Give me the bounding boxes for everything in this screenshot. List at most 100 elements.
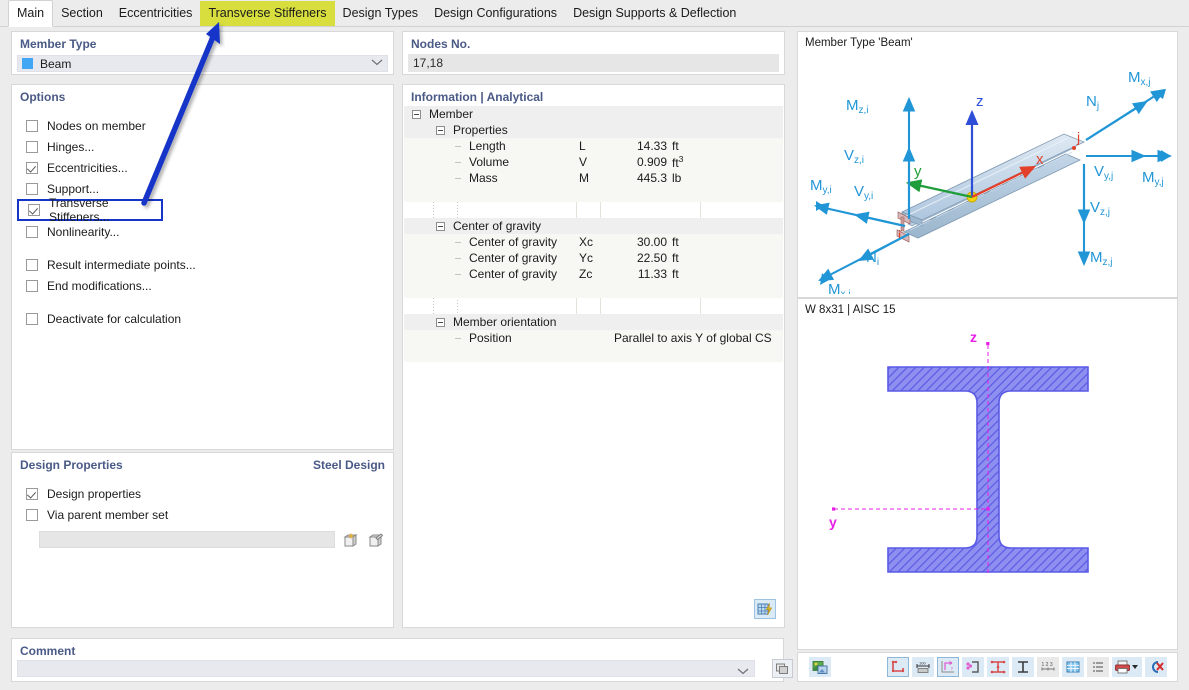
table-lightning-icon[interactable] [754, 599, 776, 619]
design-properties-checkbox-row[interactable]: Design properties [12, 483, 393, 504]
tree-row-member-orientation-group[interactable]: Member orientation [404, 314, 783, 330]
via-parent-member-set-label: Via parent member set [47, 507, 169, 522]
tree-row-volume[interactable]: Volume V 0.909 ft3 [404, 154, 783, 170]
option-label: Support... [47, 181, 100, 196]
option-label: End modifications... [47, 278, 152, 293]
section-shape-icon[interactable] [1012, 657, 1034, 677]
tab-design-supports-deflection[interactable]: Design Supports & Deflection [565, 1, 744, 26]
design-properties-header: Design Properties Steel Design [12, 453, 393, 477]
tab-eccentricities[interactable]: Eccentricities [111, 1, 201, 26]
tree-row-spacer [404, 346, 783, 362]
chevron-down-icon[interactable] [737, 664, 749, 678]
chevron-down-icon [1132, 665, 1138, 669]
tab-transverse-stiffeners[interactable]: Transverse Stiffeners [200, 0, 335, 26]
label-Vy-j: Vy,j [1094, 163, 1113, 182]
option-nodes-on-member[interactable]: Nodes on member [12, 115, 393, 136]
nodes-title: Nodes No. [411, 37, 471, 51]
section-outline-icon[interactable] [887, 657, 909, 677]
checkbox-icon[interactable] [26, 140, 38, 153]
option-deactivate-for-calculation[interactable]: Deactivate for calculation [12, 308, 393, 329]
section-dimensions-icon[interactable]: 100 [912, 657, 934, 677]
svg-text:1 2 3: 1 2 3 [1042, 662, 1053, 668]
nodes-value[interactable]: 17,18 [408, 54, 779, 72]
tab-main[interactable]: Main [8, 0, 54, 27]
double-head-Mz-i [905, 102, 913, 111]
print-icon[interactable] [1112, 657, 1142, 677]
tree-row-length[interactable]: Length L 14.33 ft [404, 138, 783, 154]
node-j-label: j [1076, 129, 1080, 145]
checkbox-checked-icon[interactable] [26, 161, 38, 174]
section-parts-icon[interactable] [962, 657, 984, 677]
beam-view-title: Member Type 'Beam' [805, 37, 913, 49]
option-result-intermediate-points[interactable]: Result intermediate points... [12, 254, 393, 275]
comment-input[interactable] [17, 660, 755, 677]
member-type-combo[interactable]: Beam [17, 55, 388, 72]
section-view-panel: W 8x31 | AISC 15 z y [797, 298, 1178, 650]
checkbox-checked-icon[interactable] [28, 204, 40, 216]
label-Vz-j: Vz,j [1090, 199, 1110, 218]
stress-points-icon[interactable] [987, 657, 1009, 677]
design-properties-panel: Design Properties Steel Design Design pr… [11, 452, 394, 628]
information-tree: Member Properties Length L 14.33 ft Volu… [404, 106, 783, 626]
option-eccentricities[interactable]: Eccentricities... [12, 157, 393, 178]
collapse-icon[interactable] [436, 125, 445, 135]
tree-row-cog-y[interactable]: Center of gravity Yc 22.50 ft [404, 250, 783, 266]
option-label: Eccentricities... [47, 160, 128, 175]
tree-row-position[interactable]: Position Parallel to axis Y of global CS [404, 330, 783, 346]
label-Mx-j: Mx,j [1128, 69, 1151, 88]
checkbox-icon[interactable] [26, 258, 38, 271]
section-diagram: z y [829, 329, 1089, 573]
comment-pick-icon[interactable] [772, 659, 793, 678]
arrow-Mx-j [1085, 88, 1166, 141]
beam-diagram: z y x i j Mz,i Vz,i My,i Vy,i Ni M Nj Mx… [810, 69, 1173, 294]
checkbox-icon[interactable] [26, 225, 38, 238]
volume-unit: ft3 [672, 154, 684, 170]
checkbox-icon[interactable] [26, 279, 38, 292]
checkbox-icon[interactable] [26, 182, 38, 195]
new-member-set-icon[interactable] [341, 530, 360, 549]
tree-row-member[interactable]: Member [404, 106, 783, 122]
tree-row-center-of-gravity-group[interactable]: Center of gravity [404, 218, 783, 234]
comment-panel: Comment [11, 638, 793, 682]
edit-member-set-icon[interactable] [366, 530, 385, 549]
collapse-icon[interactable] [412, 109, 421, 119]
list-icon[interactable] [1087, 657, 1109, 677]
tree-row-spacer [404, 298, 783, 314]
option-transverse-stiffeners[interactable]: Transverse Stiffeners... [17, 196, 163, 224]
design-properties-title: Design Properties [20, 458, 123, 472]
svg-text:y: y [951, 665, 953, 670]
checkbox-icon[interactable] [26, 508, 38, 521]
checkbox-checked-icon[interactable] [26, 487, 38, 500]
collapse-icon[interactable] [436, 317, 445, 327]
option-end-modifications[interactable]: End modifications... [12, 275, 393, 296]
options-panel: Options Nodes on member Hinges... Eccent… [11, 84, 394, 450]
member-type-color-swatch [22, 58, 33, 69]
tab-section[interactable]: Section [53, 1, 111, 26]
tree-row-cog-x[interactable]: Center of gravity Xc 30.00 ft [404, 234, 783, 250]
tab-design-types[interactable]: Design Types [335, 1, 427, 26]
grid-icon[interactable] [1062, 657, 1084, 677]
render-view-icon[interactable] [809, 657, 831, 677]
member-type-panel: Member Type Beam [11, 31, 394, 75]
checkbox-icon[interactable] [26, 312, 38, 325]
clear-selection-icon[interactable] [1145, 657, 1167, 677]
label-My-j: My,j [1142, 169, 1164, 188]
tree-row-cog-z[interactable]: Center of gravity Zc 11.33 ft [404, 266, 783, 282]
chevron-down-icon [371, 58, 383, 69]
via-parent-member-set-row[interactable]: Via parent member set [12, 504, 393, 525]
double-head-My-i [816, 201, 824, 211]
option-hinges[interactable]: Hinges... [12, 136, 393, 157]
collapse-icon[interactable] [436, 221, 445, 231]
section-axes-icon[interactable]: y [937, 657, 959, 677]
tree-row-spacer [404, 282, 783, 298]
parent-member-set-input[interactable] [39, 531, 335, 548]
checkbox-icon[interactable] [26, 119, 38, 132]
tab-design-configurations[interactable]: Design Configurations [426, 1, 565, 26]
section-axis-z-label: z [970, 329, 977, 345]
option-label: Nodes on member [47, 118, 146, 133]
tree-row-mass[interactable]: Mass M 445.3 lb [404, 170, 783, 186]
option-label: Result intermediate points... [47, 257, 196, 272]
tree-row-properties[interactable]: Properties [404, 122, 783, 138]
option-nonlinearity[interactable]: Nonlinearity... [12, 221, 393, 242]
numbering-icon[interactable]: 1 2 3 [1037, 657, 1059, 677]
